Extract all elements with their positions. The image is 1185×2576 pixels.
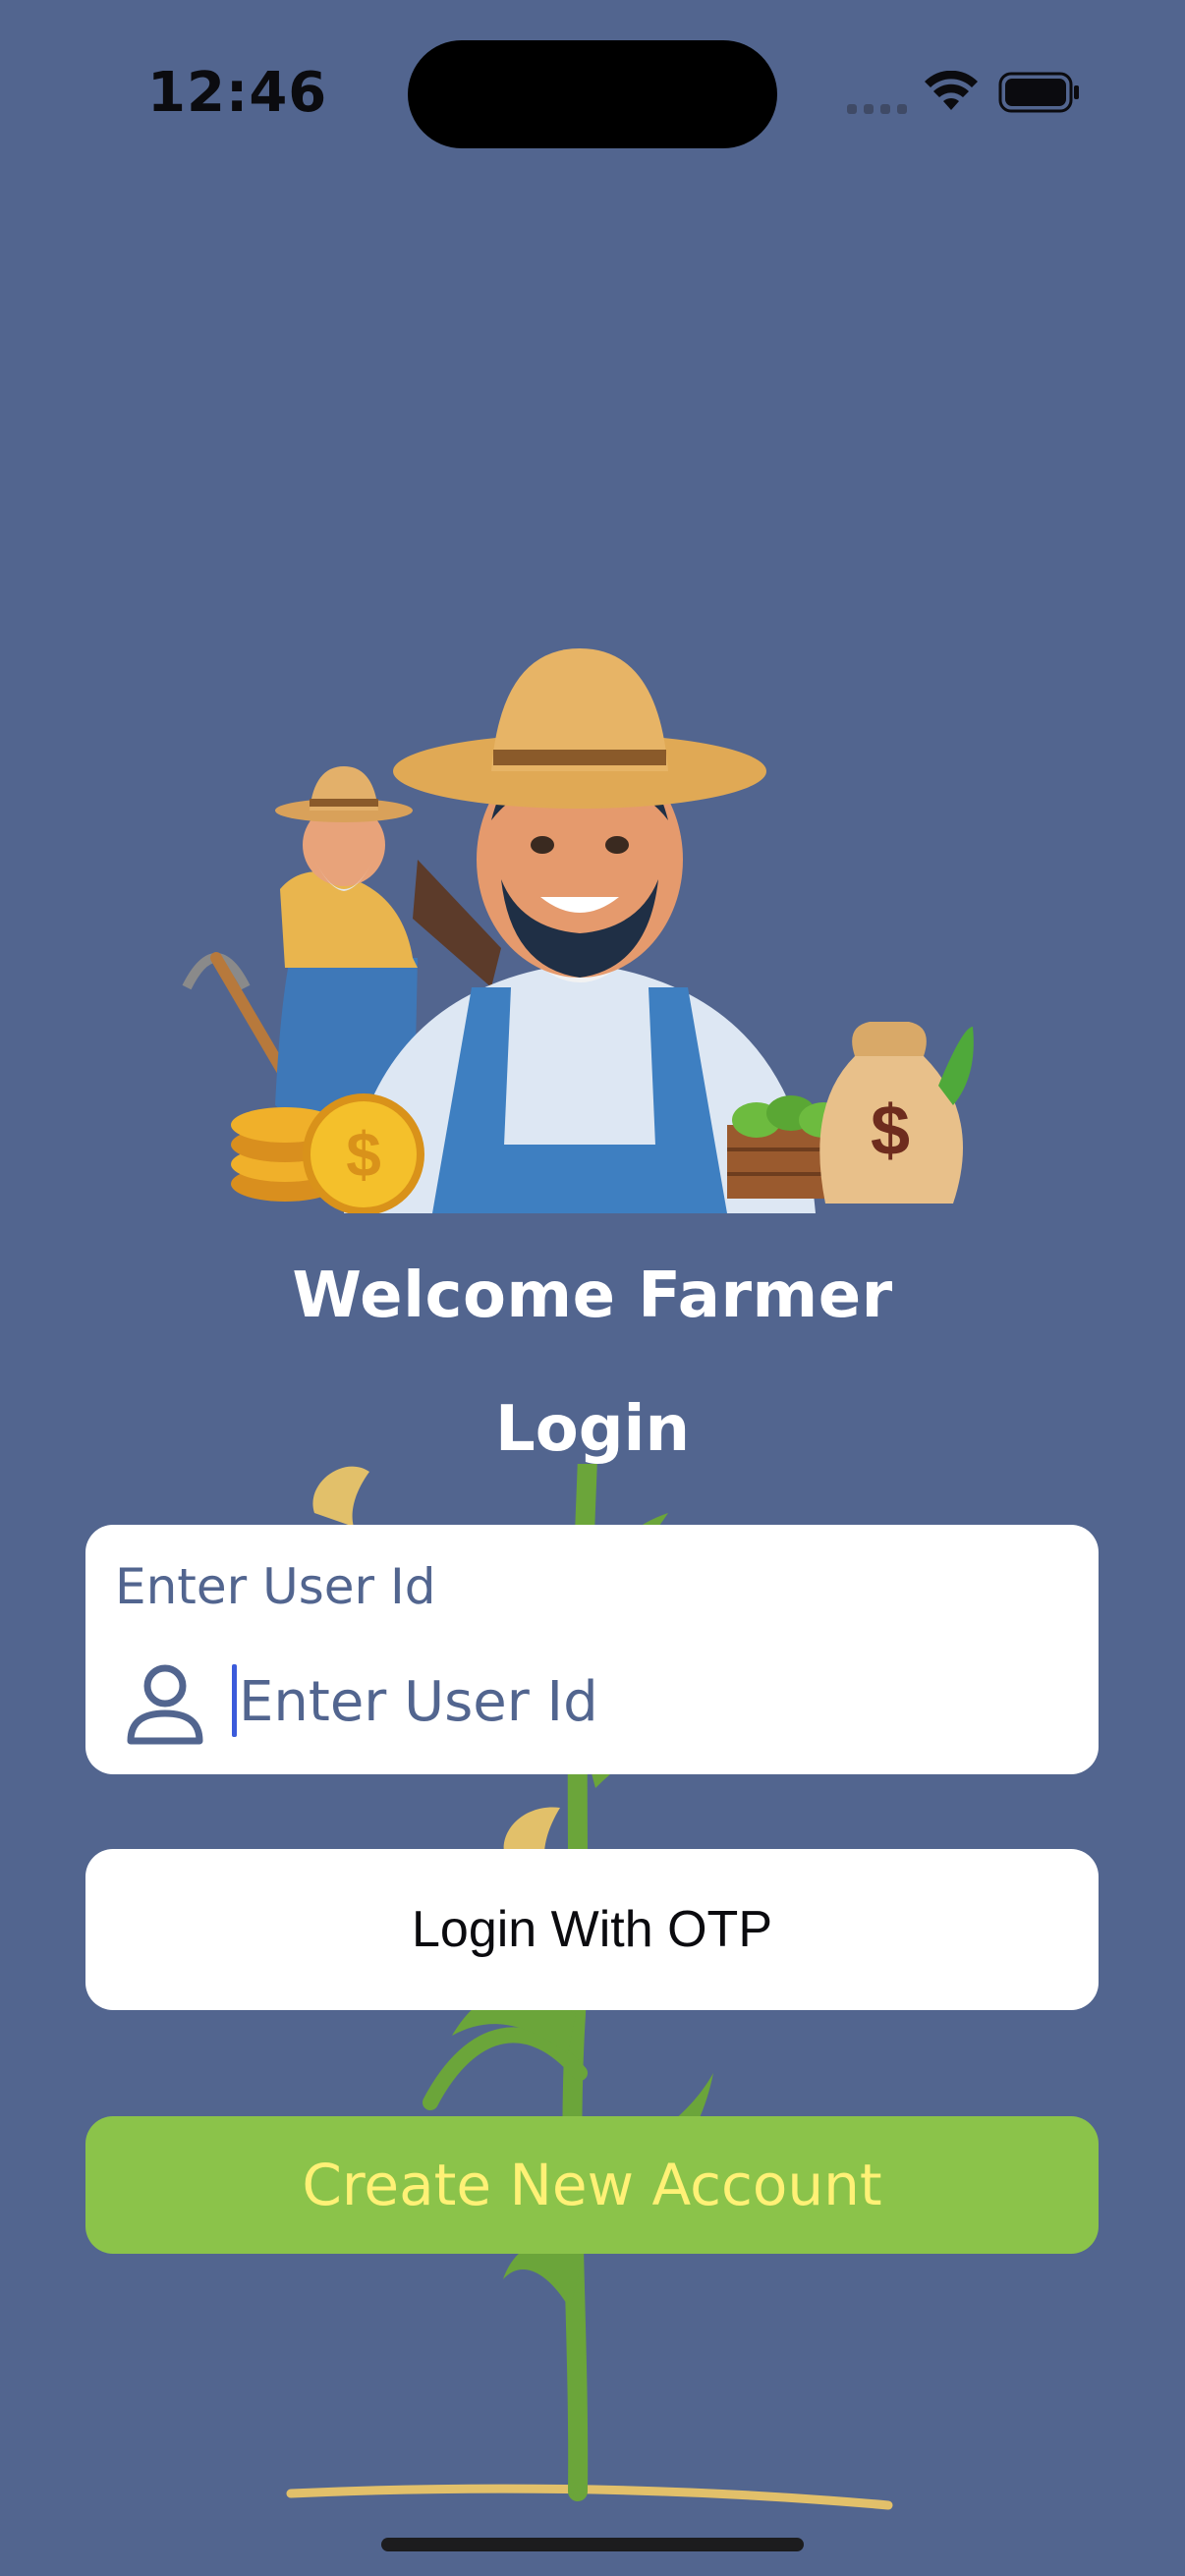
svg-text:$: $ <box>871 1092 910 1170</box>
person-outline-icon <box>127 1664 203 1745</box>
login-title: Login <box>494 1393 691 1466</box>
user-id-input[interactable] <box>233 1652 1064 1751</box>
login-with-otp-button[interactable]: Login With OTP <box>85 1849 1099 2010</box>
battery-icon <box>998 72 1079 113</box>
user-id-card: Enter User Id <box>85 1525 1099 1774</box>
create-account-button[interactable]: Create New Account <box>85 2116 1099 2254</box>
login-screen: 12:46 $ $ Welcome Farmer Login Enter Use… <box>0 0 1185 2576</box>
farmers-illustration: $ $ <box>182 648 974 1213</box>
home-indicator[interactable] <box>381 2538 804 2551</box>
dynamic-island <box>408 40 777 148</box>
status-time: 12:46 <box>147 61 328 125</box>
wifi-icon <box>925 71 978 110</box>
welcome-title: Welcome Farmer <box>292 1260 893 1332</box>
cellular-signal-icon <box>847 104 907 114</box>
user-id-label: Enter User Id <box>115 1558 436 1615</box>
svg-text:$: $ <box>346 1119 381 1190</box>
